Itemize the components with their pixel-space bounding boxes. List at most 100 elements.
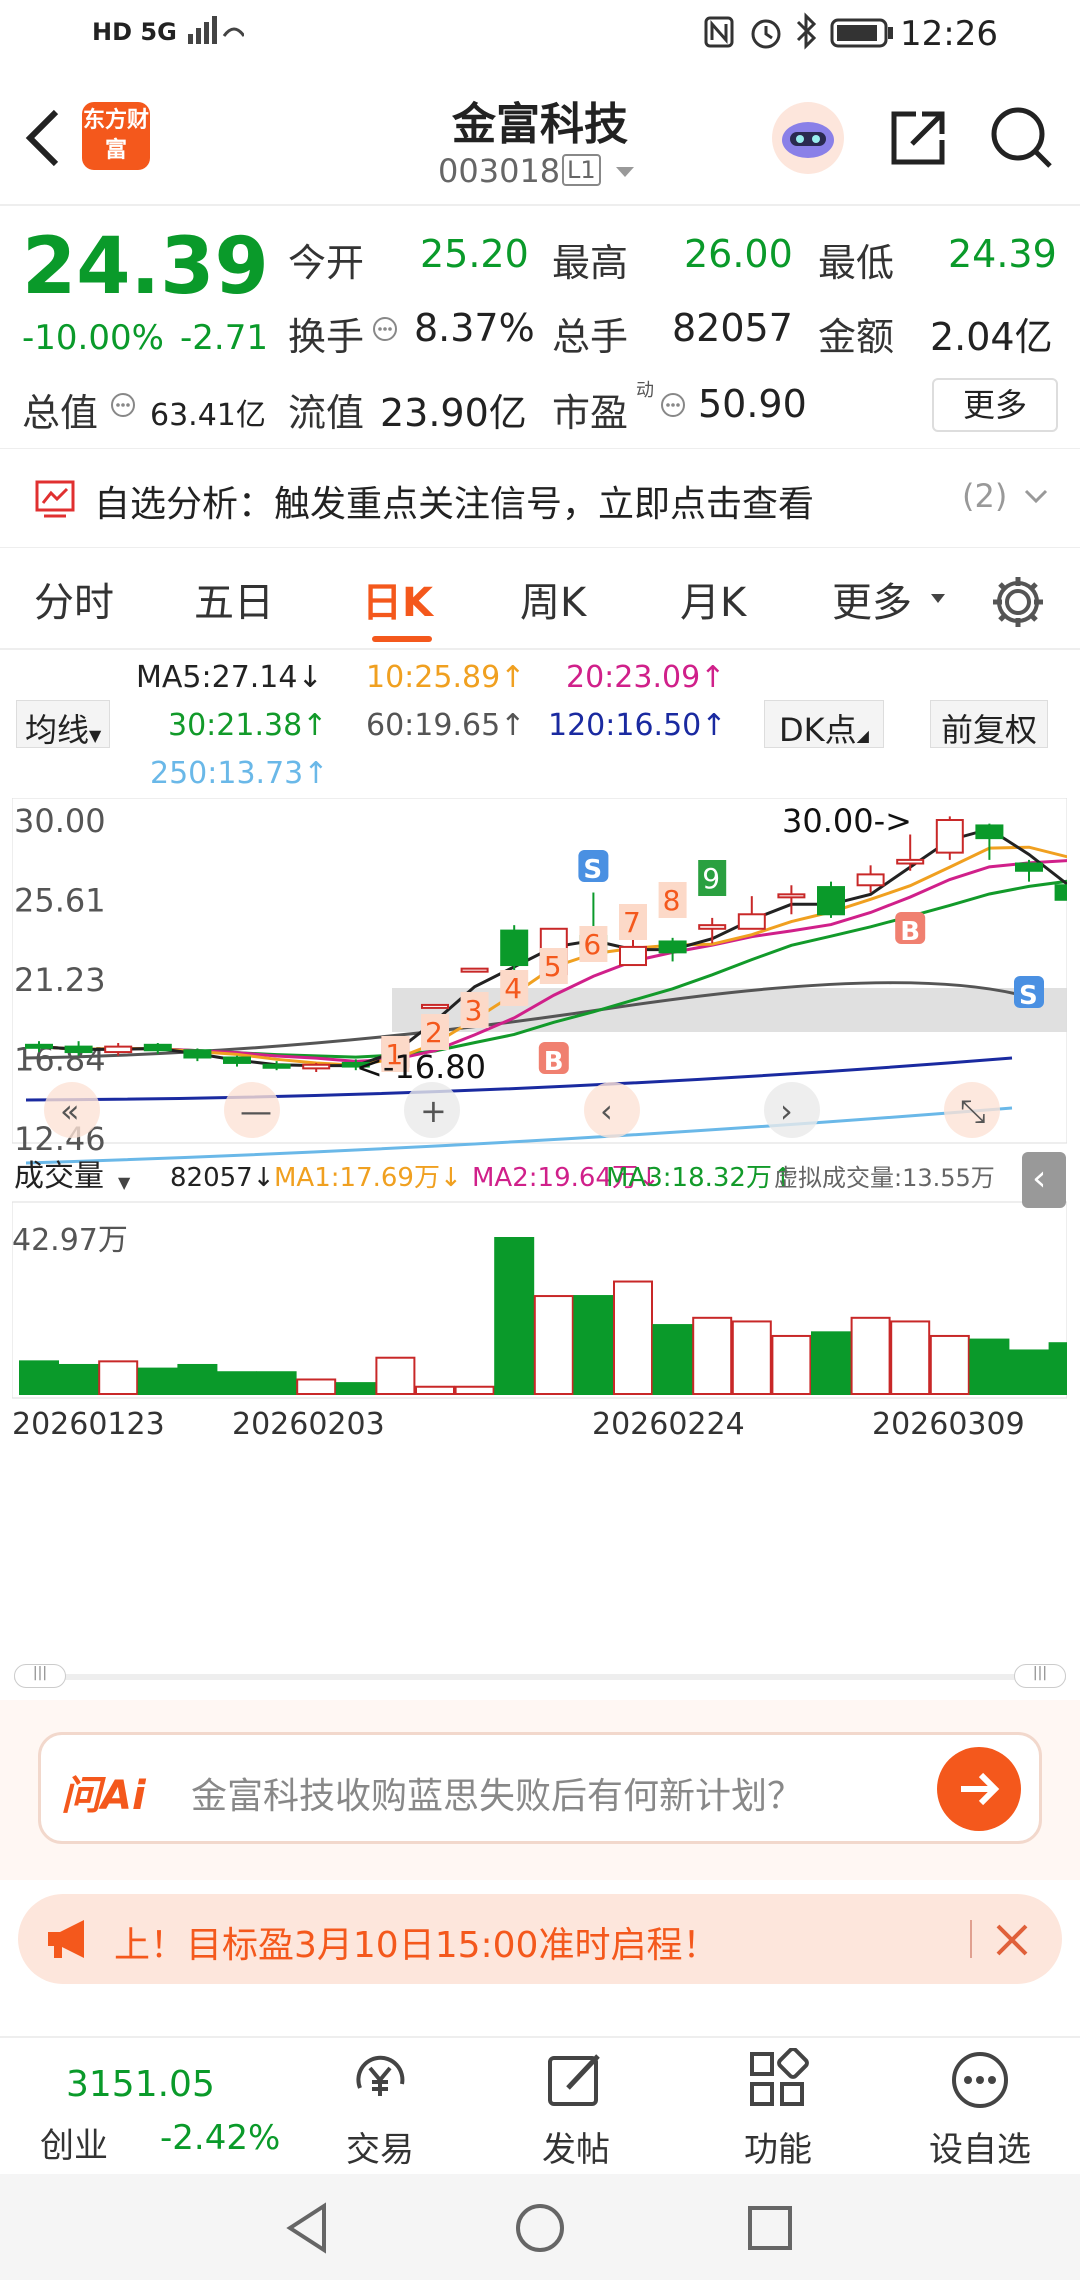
bottom-nav: 3151.05 创业 -2.42% 交易 发帖 功能 设自选 [0, 2036, 1080, 2174]
scroll-handle-left[interactable]: ||| [14, 1664, 66, 1688]
home-circle-icon[interactable] [512, 2200, 568, 2256]
volume-bar [731, 1320, 772, 1395]
counter-label: 4 [504, 972, 522, 1005]
counter-label: 6 [583, 928, 601, 961]
candle-body [935, 819, 964, 854]
volume-bar [613, 1280, 653, 1395]
candle-body [25, 1043, 53, 1049]
candle-body [64, 1045, 93, 1054]
more-button[interactable]: 更多 [932, 378, 1058, 432]
volume-bar [969, 1338, 1010, 1396]
chevron-left-icon: ‹ [1032, 1158, 1046, 1199]
promo-banner[interactable]: 上！目标盈3月10日15:00准时启程！ [18, 1894, 1062, 1984]
zoom-in-icon-glyph: + [420, 1092, 447, 1130]
more-circle-icon [952, 2052, 1008, 2108]
volume-bar [771, 1334, 812, 1396]
promo-text: 上！目标盈3月10日15:00准时启程！ [114, 1925, 719, 1966]
nav-watchlist[interactable]: 设自选 [910, 2038, 1050, 2176]
scroll-track [14, 1674, 1066, 1680]
tab-more[interactable]: 更多 [832, 570, 912, 628]
open-value: 25.20 [420, 232, 529, 276]
signal-label: S [1019, 981, 1038, 1011]
back-triangle-icon[interactable] [280, 2200, 336, 2256]
banner-text: 自选分析：触发重点关注信号，立即点击查看 [94, 484, 815, 525]
ai-question-bar[interactable]: 问Ai 金富科技收购蓝思失败后有何新计划？ [38, 1732, 1042, 1844]
low-annotation: <-16.80 [356, 1048, 486, 1086]
fullscreen-icon-glyph: ⤡ [960, 1092, 986, 1130]
ma-selector[interactable]: 均线▼ [16, 700, 111, 749]
candle-body [183, 1049, 212, 1059]
volume-bar [217, 1371, 257, 1395]
ma10-value: 10:25.89↑ [366, 660, 526, 695]
candle-body [975, 824, 1004, 840]
ma5-value: MA5:27.14↓ [136, 660, 323, 695]
volume-bar [1048, 1342, 1080, 1395]
tab-intraday[interactable]: 分时 [34, 570, 114, 628]
y-tick-label: 21.23 [14, 961, 106, 999]
caret-down-icon: ▼ [118, 1173, 131, 1192]
nav-post[interactable]: 发帖 [506, 2038, 646, 2176]
turnover-value: 8.37% [414, 306, 535, 350]
robot-avatar-icon[interactable] [770, 100, 846, 180]
recents-square-icon[interactable] [742, 2200, 798, 2256]
candle-body [1054, 884, 1080, 901]
period-tabs: 分时 五日 日K 周K 月K 更多 [0, 550, 1080, 650]
volume-bar [573, 1295, 614, 1395]
gear-icon[interactable] [990, 574, 1046, 634]
tab-daily-k[interactable]: 日K [362, 570, 433, 628]
volume-bar [533, 1295, 574, 1395]
signal-label: B [544, 1047, 564, 1077]
info-icon[interactable] [660, 392, 686, 422]
pe-superscript: 动 [636, 380, 654, 401]
chevron-down-icon[interactable] [614, 164, 636, 183]
dk-point-label: DK点 [779, 711, 857, 749]
level-badge[interactable]: L1 [562, 154, 601, 186]
date-label: 20260203 [232, 1407, 385, 1442]
close-icon[interactable] [994, 1922, 1030, 1962]
y-tick-label: 30.00 [14, 802, 106, 840]
chart-alert-icon [34, 479, 76, 523]
bluetooth-icon [792, 12, 820, 58]
analysis-banner[interactable]: 自选分析：触发重点关注信号，立即点击查看 (2) [0, 448, 1080, 548]
volume-bar [811, 1331, 851, 1395]
volume-label: 成交量 [14, 1159, 104, 1194]
volume-bar [454, 1385, 495, 1396]
share-icon[interactable] [886, 106, 948, 172]
ai-submit-button[interactable] [937, 1747, 1021, 1831]
index-change[interactable]: -2.42% [160, 2118, 280, 2158]
float-value: 23.90亿 [380, 391, 527, 435]
ma120-value: 120:16.50↑ [548, 708, 727, 743]
tab-monthly-k[interactable]: 月K [680, 570, 746, 628]
counter-label: 9 [702, 862, 720, 895]
apps-grid-icon [750, 2048, 809, 2106]
low-label: 最低 [818, 241, 895, 285]
info-icon[interactable] [372, 316, 398, 346]
index-value[interactable]: 3151.05 [66, 2064, 215, 2105]
arrow-right-icon [961, 1772, 1000, 1806]
counter-label: 8 [663, 884, 681, 917]
dk-point-button[interactable]: DK点◢ [764, 700, 884, 749]
kline-chart[interactable]: 30.00 25.61 21.23 16.84 12.46 1 2 3 4 5 6 7 8 9 30.00-… [11, 797, 1080, 1648]
info-icon[interactable] [110, 392, 136, 422]
amount-label: 金额 [818, 315, 895, 359]
ai-logo: 问Ai [61, 1773, 146, 1819]
nav-trade[interactable]: 交易 [310, 2038, 450, 2176]
candle-body [658, 940, 687, 954]
tab-weekly-k[interactable]: 周K [520, 570, 586, 628]
search-icon[interactable] [988, 104, 1054, 174]
amount-value: 2.04亿 [930, 315, 1053, 359]
megaphone-icon [44, 1916, 94, 1966]
adjust-button[interactable]: 前复权 [930, 700, 1049, 749]
candle-body [856, 873, 885, 887]
volume-bar [692, 1316, 733, 1396]
nav-function[interactable]: 功能 [708, 2038, 848, 2176]
chart-scrollbar[interactable]: ||| ||| [14, 1664, 1066, 1688]
index-name[interactable]: 创业 [40, 2118, 108, 2167]
volume-bar [890, 1320, 931, 1395]
scroll-handle-right[interactable]: ||| [1014, 1664, 1066, 1688]
volume-label: 总手 [552, 315, 629, 359]
counter-label: 3 [465, 994, 483, 1027]
candle-body [421, 1003, 449, 1009]
tab-five-day[interactable]: 五日 [194, 570, 274, 628]
volume-bar [850, 1316, 891, 1396]
